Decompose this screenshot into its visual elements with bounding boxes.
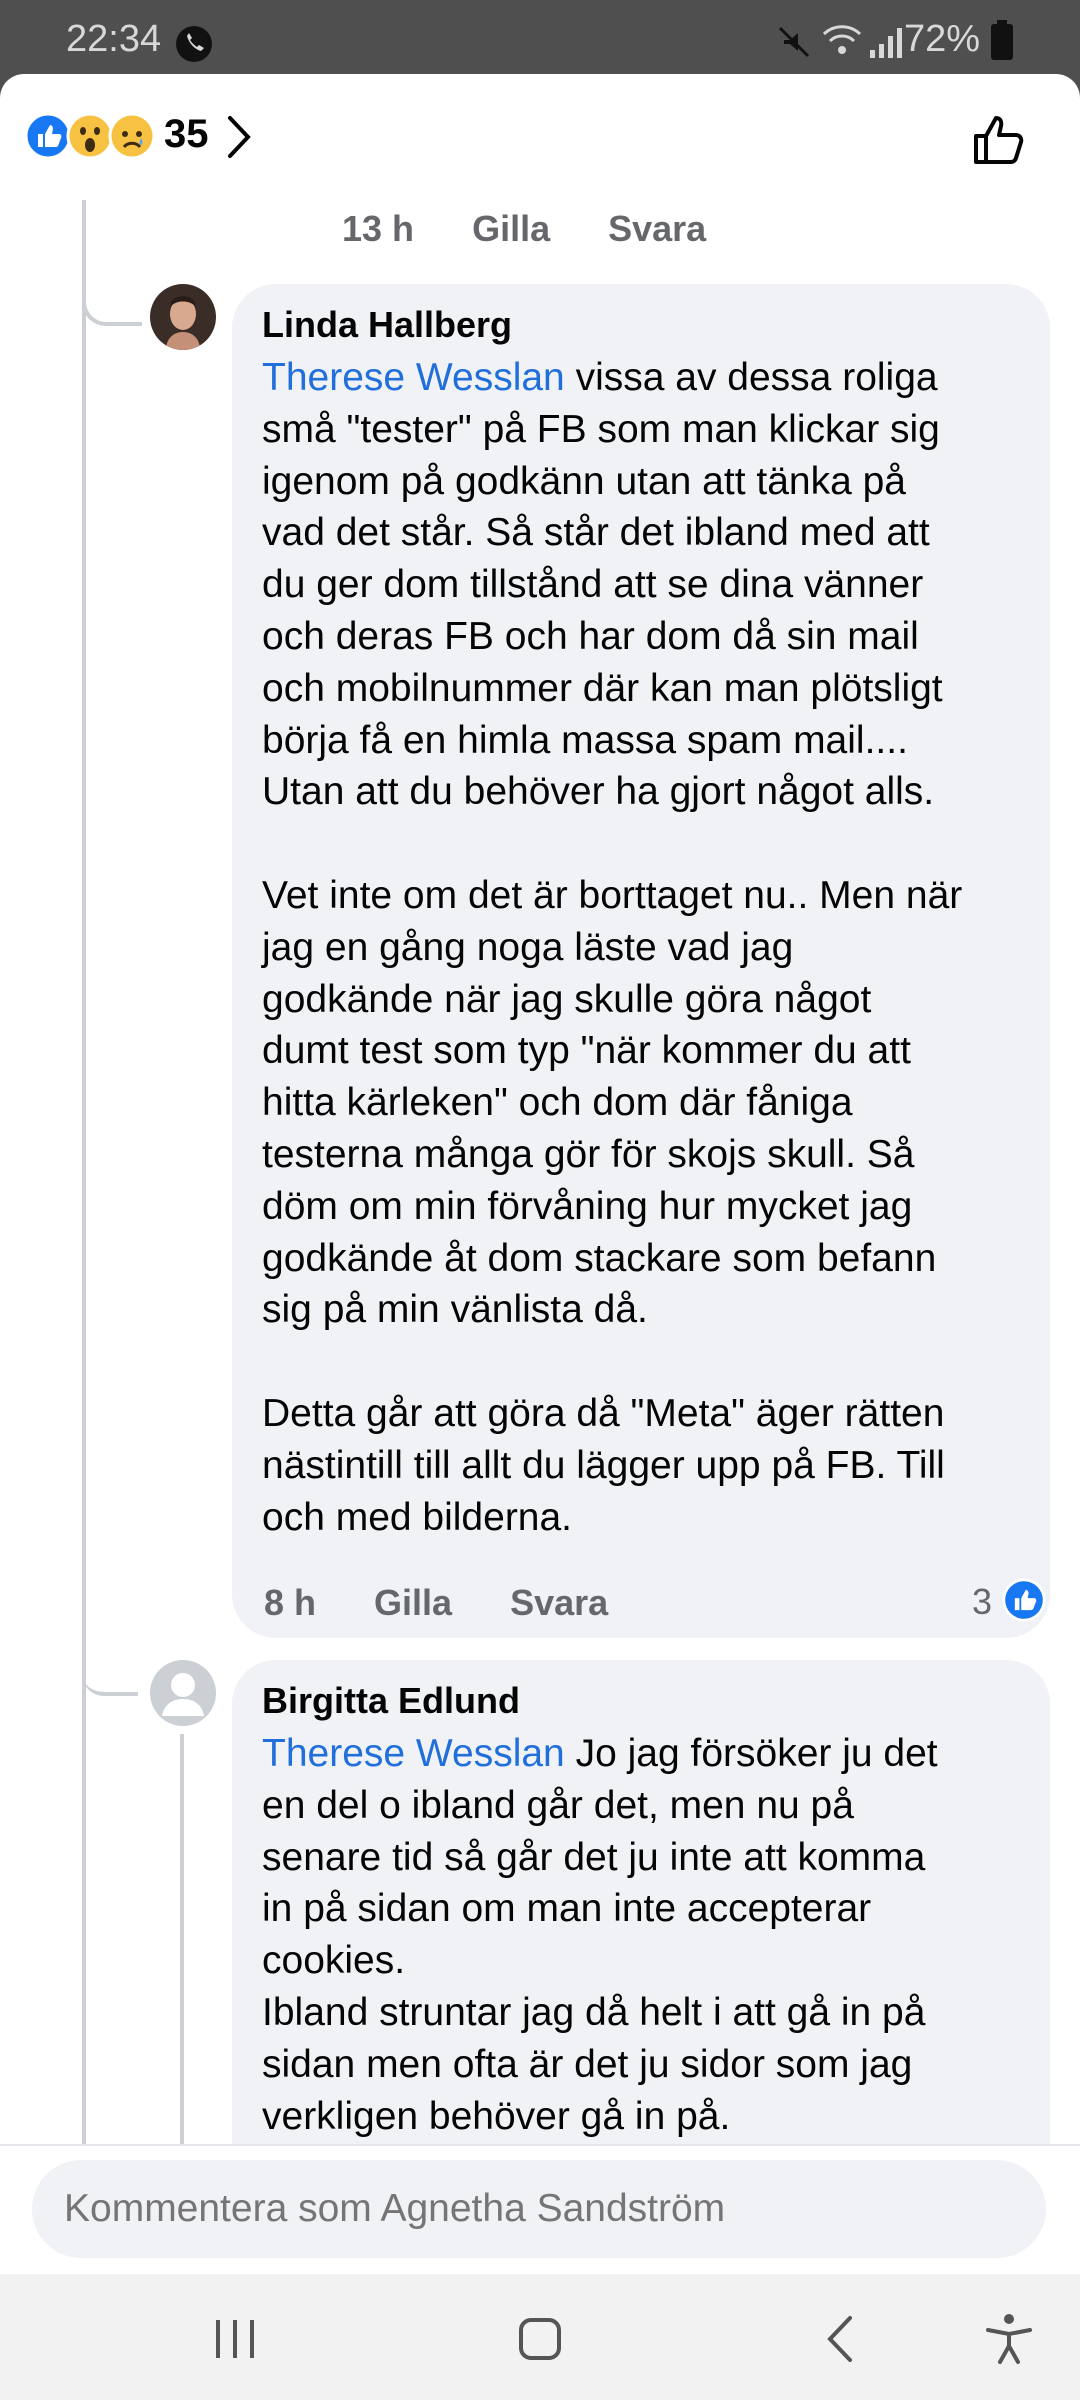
- battery-icon: [991, 20, 1013, 60]
- wifi-icon: [822, 25, 862, 54]
- avatar[interactable]: [150, 1660, 216, 1726]
- thread-connector: [82, 264, 142, 326]
- comment-author[interactable]: Birgitta Edlund: [262, 1680, 520, 1722]
- thread-line: [82, 200, 86, 2220]
- comment-reactions[interactable]: 3: [972, 1578, 1047, 1628]
- comment-body: vissa av dessa roliga små "tester" på FB…: [262, 356, 963, 1539]
- comment-body: Jo jag försöker ju det en del o ibland g…: [262, 1732, 938, 2138]
- home-icon[interactable]: [505, 2304, 575, 2374]
- comment-meta: 8 h Gilla Svara: [264, 1582, 608, 1624]
- thread-connector: [82, 1674, 138, 1696]
- like-reaction-icon: [1002, 1578, 1047, 1622]
- mention-link[interactable]: Therese Wesslan: [262, 1732, 565, 1775]
- comment-time: 13 h: [342, 208, 415, 249]
- status-bar: 22:34 72%: [0, 0, 1080, 74]
- avatar[interactable]: [150, 284, 216, 350]
- signal-icon: [870, 28, 902, 58]
- reply-link[interactable]: Svara: [510, 1582, 608, 1623]
- back-icon[interactable]: [806, 2304, 876, 2374]
- like-outline-icon[interactable]: [970, 110, 1028, 168]
- comment-input[interactable]: [32, 2160, 1046, 2258]
- status-time: 22:34: [66, 18, 162, 60]
- comment-meta: 13 h Gilla Svara: [342, 208, 706, 250]
- default-avatar-icon: [162, 1673, 204, 1716]
- battery-percent: 72%: [903, 18, 980, 60]
- comment-author[interactable]: Linda Hallberg: [262, 304, 512, 346]
- sad-reaction-icon: [108, 112, 156, 160]
- like-reaction-icon: [24, 112, 72, 160]
- comment-time: 8 h: [264, 1582, 317, 1623]
- like-link[interactable]: Gilla: [472, 208, 550, 249]
- reaction-count[interactable]: 35: [164, 112, 209, 157]
- call-icon: [176, 26, 212, 62]
- mention-link[interactable]: Therese Wesslan: [262, 356, 565, 399]
- wow-reaction-icon: [66, 112, 114, 160]
- reply-link[interactable]: Svara: [608, 208, 706, 249]
- reaction-count: 3: [972, 1581, 993, 1622]
- mute-icon: [778, 26, 810, 58]
- comment-bar: [0, 2144, 1080, 2274]
- comment-text: Therese Wesslan vissa av dessa roliga sm…: [262, 352, 1042, 1543]
- chevron-right-icon[interactable]: [224, 114, 254, 160]
- comment-bubble: Linda Hallberg Therese Wesslan vissa av …: [232, 284, 1050, 1638]
- comments-sheet: 35 13 h Gilla Svara Linda Hallberg There…: [0, 74, 1080, 2274]
- navigation-bar: [0, 2274, 1080, 2400]
- like-link[interactable]: Gilla: [374, 1582, 452, 1623]
- accessibility-icon[interactable]: [974, 2304, 1044, 2374]
- comment-text: Therese Wesslan Jo jag försöker ju det e…: [262, 1728, 1042, 2142]
- recent-apps-icon[interactable]: [200, 2304, 270, 2374]
